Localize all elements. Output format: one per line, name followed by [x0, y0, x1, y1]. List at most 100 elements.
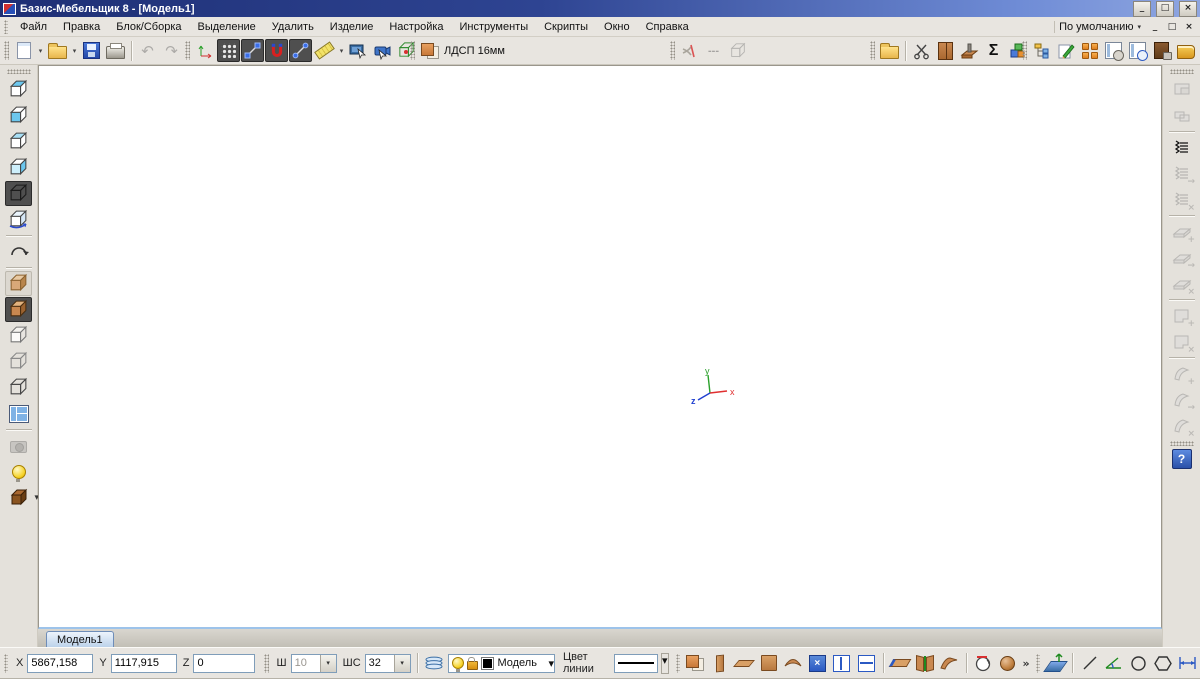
new-document-dropdown[interactable]: ▾	[36, 39, 45, 62]
rotate-view-button[interactable]	[5, 239, 32, 264]
view-wireframe-button[interactable]	[5, 181, 32, 206]
toolbar-grip[interactable]	[670, 41, 675, 60]
save-button[interactable]	[80, 39, 103, 62]
library-button[interactable]	[1174, 39, 1197, 62]
open-button[interactable]	[46, 39, 69, 62]
history-button[interactable]	[1102, 39, 1125, 62]
toolbar-grip[interactable]	[870, 41, 875, 60]
curved-panel-button[interactable]	[782, 650, 803, 676]
bent-panel-button[interactable]	[938, 650, 959, 676]
local-axes-button[interactable]	[193, 39, 216, 62]
display-wireframe-button[interactable]	[5, 349, 32, 374]
material-label[interactable]: ЛДСП 16мм	[444, 45, 505, 57]
chevron-down-icon[interactable]: ▾	[548, 657, 554, 670]
structure-tree-button[interactable]	[1030, 39, 1053, 62]
menu-delete[interactable]: Удалить	[264, 20, 322, 34]
project-folder-button[interactable]	[878, 39, 901, 62]
circular-cut-button[interactable]	[973, 650, 994, 676]
toolbar-grip[interactable]	[4, 41, 9, 60]
layer-color-swatch[interactable]	[481, 656, 495, 670]
menu-scripts[interactable]: Скрипты	[536, 20, 596, 34]
display-shaded-button[interactable]	[5, 297, 32, 322]
folded-panel-button[interactable]	[914, 650, 935, 676]
view-front-button[interactable]	[5, 103, 32, 128]
cabinet-button[interactable]	[934, 39, 957, 62]
drilling-button[interactable]	[958, 39, 981, 62]
new-document-button[interactable]	[12, 39, 35, 62]
toolbar-grip[interactable]	[1035, 653, 1040, 673]
measure-button[interactable]	[313, 39, 336, 62]
view-iso-button[interactable]	[5, 155, 32, 180]
measure-dropdown[interactable]: ▾	[337, 39, 346, 62]
display-textured-button[interactable]	[5, 271, 32, 296]
view-back-button[interactable]	[5, 77, 32, 102]
print-button[interactable]	[104, 39, 127, 62]
chevron-down-icon[interactable]: ▾	[661, 652, 669, 674]
arrange-button[interactable]	[1078, 39, 1101, 62]
restore-button[interactable]: □	[1156, 0, 1174, 17]
view-top-button[interactable]	[5, 129, 32, 154]
display-hidden-lines-button[interactable]	[5, 323, 32, 348]
y-coordinate-input[interactable]	[110, 653, 177, 673]
snap-magnet-button[interactable]	[265, 39, 288, 62]
toolbar-grip[interactable]	[675, 653, 680, 673]
angle-tool-button[interactable]	[1103, 650, 1124, 676]
line-style-selector[interactable]	[614, 653, 659, 673]
font-width-combo[interactable]: 32 ▾	[364, 653, 411, 673]
line-tool-button[interactable]	[1079, 650, 1100, 676]
menu-window[interactable]: Окно	[596, 20, 638, 34]
child-restore-button[interactable]: □	[1165, 20, 1179, 33]
select-panel-button[interactable]	[347, 39, 370, 62]
material-button[interactable]	[418, 39, 441, 62]
z-coordinate-input[interactable]	[193, 653, 256, 673]
select-camera-button[interactable]	[371, 39, 394, 62]
vertical-panel-button[interactable]	[709, 650, 730, 676]
edit-properties-button[interactable]	[1054, 39, 1077, 62]
model-canvas[interactable]: y x z	[38, 65, 1162, 629]
lighting-button[interactable]	[5, 459, 32, 484]
tab-model1[interactable]: Модель1	[46, 631, 114, 647]
archive-button[interactable]	[1150, 39, 1173, 62]
toolbar-grip[interactable]	[4, 653, 9, 673]
find-button[interactable]	[1126, 39, 1149, 62]
toolbar-grip[interactable]	[410, 41, 415, 60]
open-dropdown[interactable]: ▾	[70, 39, 79, 62]
menu-block-assembly[interactable]: Блок/Сборка	[108, 20, 189, 34]
viewport-layout-button[interactable]	[5, 401, 32, 426]
menu-settings[interactable]: Настройка	[381, 20, 451, 34]
toolbar-grip[interactable]	[1169, 441, 1194, 446]
polygon-tool-button[interactable]	[1152, 650, 1173, 676]
child-close-button[interactable]: ×	[1182, 20, 1196, 33]
toolbar-grip[interactable]	[1169, 69, 1194, 74]
toolbar-grip[interactable]	[264, 653, 269, 673]
menu-edit[interactable]: Правка	[55, 20, 108, 34]
frontal-panel-button[interactable]	[758, 650, 779, 676]
toolbar-grip[interactable]	[1022, 41, 1027, 60]
edge-band-button[interactable]	[1168, 135, 1195, 160]
view-rotate3d-button[interactable]	[5, 207, 32, 232]
summary-button[interactable]: Σ	[982, 39, 1005, 62]
toolbar-overflow-button[interactable]: »	[1023, 657, 1030, 670]
cross-section-button[interactable]: ×	[807, 650, 828, 676]
chevron-down-icon[interactable]: ▾	[393, 654, 410, 672]
horizontal-panel-button[interactable]	[733, 650, 756, 676]
snap-line-button[interactable]	[289, 39, 312, 62]
toolbar-grip[interactable]	[6, 69, 31, 74]
sphere-button[interactable]	[997, 650, 1018, 676]
menu-help[interactable]: Справка	[638, 20, 697, 34]
circle-tool-button[interactable]	[1128, 650, 1149, 676]
x-coordinate-input[interactable]	[27, 653, 94, 673]
dimension-tool-button[interactable]	[1177, 650, 1198, 676]
toolbar-grip[interactable]	[185, 41, 190, 60]
edge-panel-button[interactable]	[889, 650, 912, 676]
grid-toggle-button[interactable]	[217, 39, 240, 62]
work-plane-button[interactable]	[1043, 650, 1068, 676]
close-button[interactable]: ×	[1179, 0, 1197, 17]
horizontal-divider-button[interactable]	[855, 650, 876, 676]
display-outline-button[interactable]	[5, 375, 32, 400]
menu-product[interactable]: Изделие	[322, 20, 382, 34]
help-button[interactable]: ?	[1171, 449, 1192, 469]
vertical-divider-button[interactable]	[831, 650, 852, 676]
layers-button[interactable]	[423, 650, 445, 676]
create-panel-button[interactable]	[685, 650, 706, 676]
